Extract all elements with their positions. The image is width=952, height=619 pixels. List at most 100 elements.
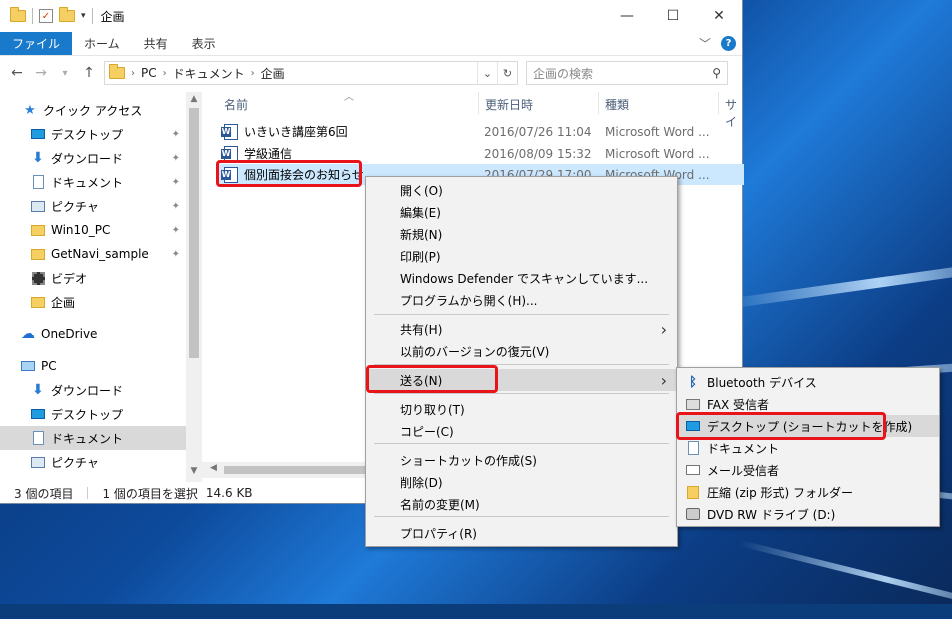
address-history-icon[interactable]: ⌄ (477, 62, 497, 84)
nav-item[interactable]: デスクトップ ✦ (0, 122, 186, 146)
new-folder-icon[interactable] (59, 7, 75, 22)
nav-item-label: デスクトップ (51, 407, 124, 422)
pin-icon[interactable]: ✦ (172, 201, 180, 212)
address-bar[interactable]: › PC › ドキュメント › 企画 ⌄ ↻ (104, 61, 518, 85)
context-menu-item[interactable]: 共有(H) › (366, 318, 677, 340)
send-to-label: ドキュメント (707, 441, 780, 456)
nav-item[interactable]: デスクトップ (0, 402, 186, 426)
nav-item[interactable]: PC (0, 354, 186, 378)
column-name[interactable]: 名前 (224, 96, 248, 113)
desktop-icon (685, 419, 701, 433)
tab-file[interactable]: ファイル (0, 32, 73, 55)
menu-separator (374, 393, 669, 394)
nav-item[interactable]: ☁ OneDrive (0, 322, 186, 346)
chevron-right-icon: › (162, 67, 167, 79)
send-to-item[interactable]: ᛒ Bluetooth デバイス (677, 371, 939, 393)
file-type: Microsoft Word ... (605, 124, 710, 139)
nav-item-label: 企画 (51, 295, 76, 310)
send-to-item[interactable]: FAX 受信者 (677, 393, 939, 415)
folder-icon (10, 7, 26, 22)
send-to-item[interactable]: 圧縮 (zip 形式) フォルダー (677, 481, 939, 503)
context-menu-item[interactable]: ショートカットの作成(S) (366, 449, 677, 471)
forward-arrow-icon[interactable]: → (32, 65, 50, 81)
context-menu-item[interactable]: 名前の変更(M) (366, 493, 677, 515)
breadcrumb-kikaku[interactable]: 企画 (261, 65, 285, 82)
context-menu-item[interactable]: 送る(N) › (366, 369, 677, 391)
pin-icon[interactable]: ✦ (172, 249, 180, 260)
selected-count: 1 個の項目を選択 (102, 486, 198, 501)
item-count: 3 個の項目 (14, 486, 74, 501)
recent-locations-icon[interactable]: ▾ (56, 68, 74, 79)
back-arrow-icon[interactable]: ← (8, 65, 26, 81)
pin-icon[interactable]: ✦ (172, 153, 180, 164)
context-menu-item[interactable]: 新規(N) (366, 223, 677, 245)
context-menu-label: プロパティ(R) (400, 526, 477, 541)
help-icon[interactable]: ? (721, 36, 736, 51)
context-menu-item[interactable]: 切り取り(T) (366, 398, 677, 420)
context-menu-item[interactable]: 印刷(P) (366, 245, 677, 267)
nav-item[interactable]: Win10_PC ✦ (0, 218, 186, 242)
nav-item[interactable]: ドキュメント ✦ (0, 170, 186, 194)
send-to-item[interactable]: ドキュメント (677, 437, 939, 459)
nav-item-label: Win10_PC (51, 223, 111, 237)
properties-icon[interactable]: ✓ (39, 9, 53, 23)
up-arrow-icon[interactable]: ↑ (80, 65, 98, 81)
file-row[interactable]: いきいき講座第6回 2016/07/26 11:04 Microsoft Word … (218, 121, 744, 142)
bluetooth-icon: ᛒ (689, 374, 697, 390)
context-menu-item[interactable]: 削除(D) (366, 471, 677, 493)
pin-icon[interactable]: ✦ (172, 177, 180, 188)
nav-item[interactable]: ⬇ ダウンロード ✦ (0, 146, 186, 170)
context-menu-item[interactable]: プログラムから開く(H)... (366, 289, 677, 311)
send-to-item[interactable]: DVD RW ドライブ (D:) (677, 503, 939, 525)
nav-scroll-thumb[interactable] (189, 108, 199, 358)
nav-item[interactable]: ピクチャ (0, 450, 186, 474)
maximize-button[interactable]: ☐ (650, 0, 696, 32)
minimize-button[interactable]: — (604, 0, 650, 32)
file-row[interactable]: 学級通信 2016/08/09 15:32 Microsoft Word ... (218, 143, 744, 164)
nav-scrollbar[interactable]: ▲ ▼ (186, 92, 202, 482)
scroll-up-icon[interactable]: ▲ (186, 94, 202, 104)
nav-item[interactable]: 企画 (0, 290, 186, 314)
nav-item[interactable]: GetNavi_sample ✦ (0, 242, 186, 266)
pin-icon[interactable]: ✦ (172, 225, 180, 236)
send-to-label: メール受信者 (707, 463, 780, 478)
scroll-left-icon[interactable]: ◀ (210, 463, 217, 473)
nav-item[interactable]: ★ クイック アクセス (0, 98, 186, 122)
file-date: 2016/08/09 15:32 (484, 146, 592, 161)
download-icon: ⬇ (32, 382, 44, 398)
download-icon: ⬇ (32, 150, 44, 166)
refresh-icon[interactable]: ↻ (497, 62, 517, 84)
tab-home[interactable]: ホーム (72, 32, 132, 55)
nav-item-label: ダウンロード (51, 383, 124, 398)
column-date[interactable]: 更新日時 (485, 96, 533, 113)
context-menu-item[interactable]: 編集(E) (366, 201, 677, 223)
breadcrumb-pc[interactable]: PC (141, 66, 157, 80)
tab-view[interactable]: 表示 (180, 32, 228, 55)
context-menu-item[interactable]: コピー(C) (366, 420, 677, 442)
title-bar: ✓ ▾ 企画 — ☐ ✕ (0, 0, 742, 32)
nav-item-label: ピクチャ (51, 455, 99, 470)
search-input[interactable]: 企画の検索 ⚲ (526, 61, 728, 85)
context-menu-label: 新規(N) (400, 227, 443, 242)
context-menu-item[interactable]: Windows Defender でスキャンしています... (366, 267, 677, 289)
tab-share[interactable]: 共有 (132, 32, 180, 55)
chevron-down-icon[interactable]: ▾ (81, 11, 86, 21)
ribbon-expand-icon[interactable]: ﹀ (699, 35, 711, 52)
nav-item[interactable]: ⬇ ダウンロード (0, 378, 186, 402)
word-document-icon (221, 145, 238, 162)
close-button[interactable]: ✕ (696, 0, 742, 32)
mail-icon (685, 463, 701, 477)
column-type[interactable]: 種類 (605, 96, 629, 113)
send-to-item[interactable]: デスクトップ (ショートカットを作成) (677, 415, 939, 437)
context-menu-item[interactable]: 以前のバージョンの復元(V) (366, 340, 677, 362)
context-menu-item[interactable]: プロパティ(R) (366, 522, 677, 544)
pin-icon[interactable]: ✦ (172, 129, 180, 140)
breadcrumb-documents[interactable]: ドキュメント (173, 65, 245, 82)
scroll-down-icon[interactable]: ▼ (186, 466, 202, 476)
nav-item-label: クイック アクセス (43, 103, 143, 118)
nav-item[interactable]: ドキュメント (0, 426, 186, 450)
send-to-item[interactable]: メール受信者 (677, 459, 939, 481)
nav-item[interactable]: ビデオ (0, 266, 186, 290)
nav-item[interactable]: ピクチャ ✦ (0, 194, 186, 218)
context-menu-item[interactable]: 開く(O) (366, 179, 677, 201)
